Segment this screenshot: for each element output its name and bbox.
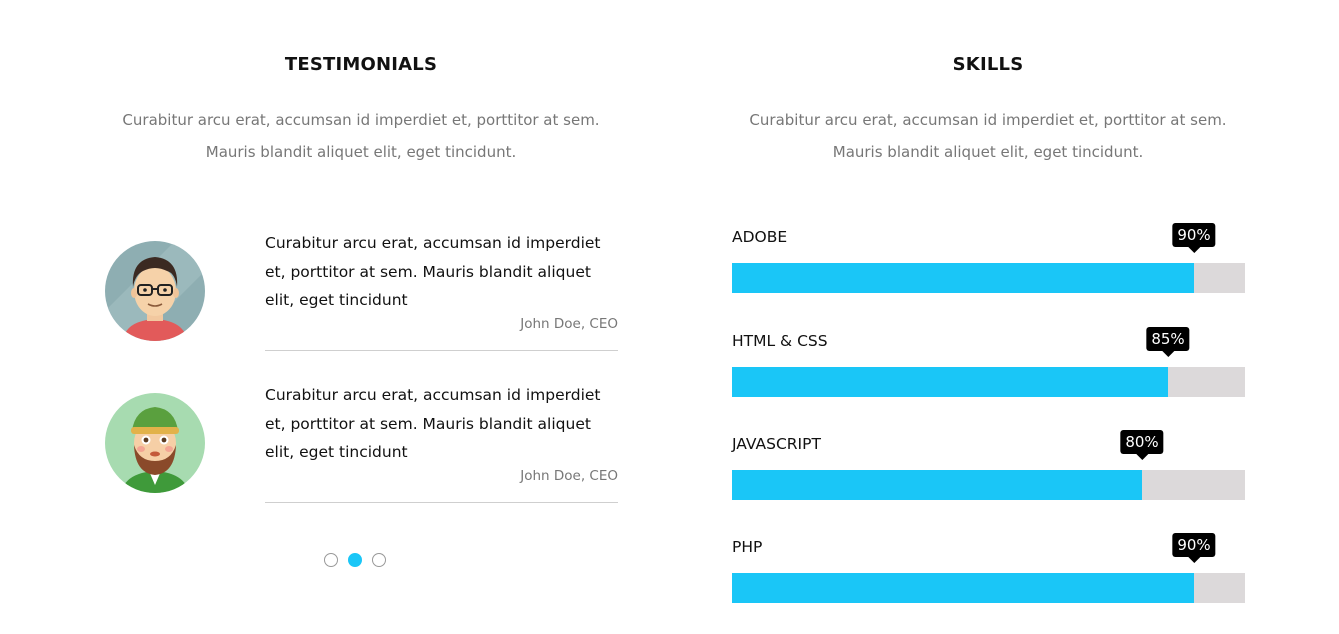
bearded-man-hat-avatar-icon bbox=[105, 393, 205, 493]
testimonial-text: Curabitur arcu erat, accumsan id imperdi… bbox=[265, 234, 601, 309]
man-glasses-avatar-icon bbox=[105, 241, 205, 341]
testimonial-author: John Doe, CEO bbox=[520, 315, 618, 332]
skills-lead: Curabitur arcu erat, accumsan id imperdi… bbox=[723, 104, 1253, 168]
skills-lead-line2: Mauris blandit aliquet elit, eget tincid… bbox=[832, 143, 1144, 161]
pagination-dot[interactable] bbox=[348, 553, 362, 567]
testimonials-lead-line2: Mauris blandit aliquet elit, eget tincid… bbox=[205, 143, 517, 161]
skill-progress-track bbox=[732, 470, 1245, 500]
skill-percent-tooltip: 80% bbox=[1120, 430, 1164, 460]
skill-name: ADOBE bbox=[732, 228, 788, 246]
skill-progress-fill bbox=[732, 470, 1143, 500]
testimonial-body: Curabitur arcu erat, accumsan id imperdi… bbox=[265, 381, 618, 503]
skills-title: SKILLS bbox=[952, 54, 1024, 75]
skill-progress-fill bbox=[732, 573, 1194, 603]
skill-percent-tooltip: 85% bbox=[1146, 327, 1190, 357]
testimonial-pagination bbox=[324, 553, 386, 567]
skill-progress-track bbox=[732, 263, 1245, 293]
skill-name: JAVASCRIPT bbox=[732, 435, 821, 453]
testimonials-lead-line1: Curabitur arcu erat, accumsan id imperdi… bbox=[122, 111, 600, 129]
skill-percent-tooltip: 90% bbox=[1172, 223, 1216, 253]
skill-progress-track bbox=[732, 367, 1245, 397]
testimonial-text: Curabitur arcu erat, accumsan id imperdi… bbox=[265, 386, 601, 461]
skill-progress-fill bbox=[732, 367, 1169, 397]
skill-progress-track bbox=[732, 573, 1245, 603]
testimonial-body: Curabitur arcu erat, accumsan id imperdi… bbox=[265, 229, 618, 351]
testimonials-lead: Curabitur arcu erat, accumsan id imperdi… bbox=[96, 104, 626, 168]
pagination-dot[interactable] bbox=[324, 553, 338, 567]
skills-lead-line1: Curabitur arcu erat, accumsan id imperdi… bbox=[749, 111, 1227, 129]
pagination-dot[interactable] bbox=[372, 553, 386, 567]
skill-percent-tooltip: 90% bbox=[1172, 533, 1216, 563]
skill-progress-fill bbox=[732, 263, 1194, 293]
testimonial-author: John Doe, CEO bbox=[520, 467, 618, 484]
testimonials-title: TESTIMONIALS bbox=[284, 54, 438, 75]
skill-name: PHP bbox=[732, 538, 763, 556]
skill-name: HTML & CSS bbox=[732, 332, 828, 350]
